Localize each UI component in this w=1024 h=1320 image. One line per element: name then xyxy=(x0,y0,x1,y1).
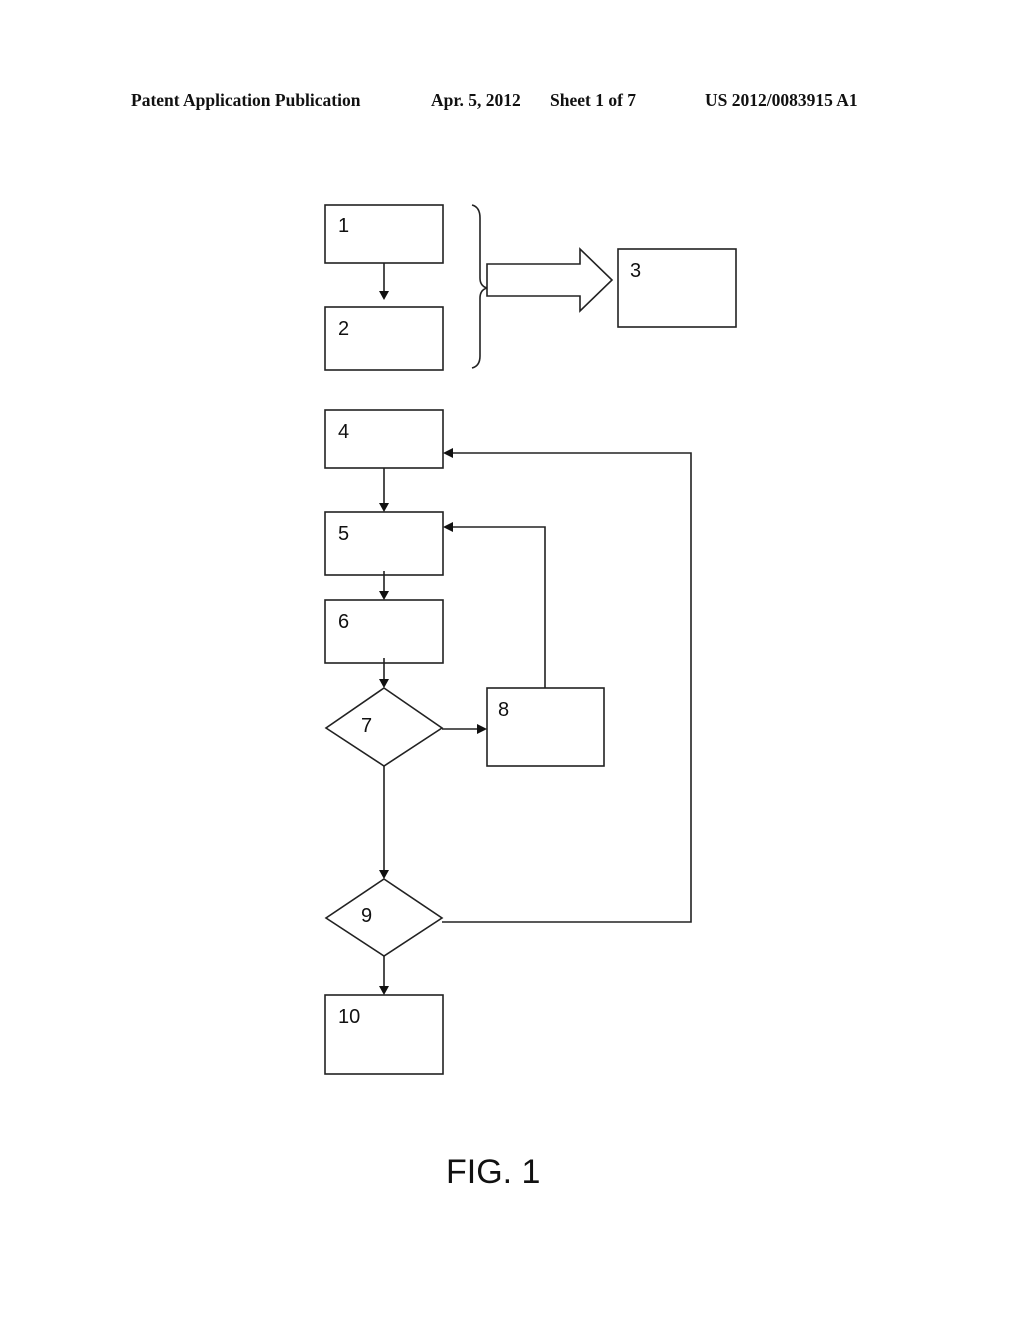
node-7: 7 xyxy=(324,687,444,767)
arrowhead-icon xyxy=(379,291,389,300)
edge-8-to-5 xyxy=(443,522,546,688)
node-8-label: 8 xyxy=(498,699,509,721)
arrowhead-icon xyxy=(379,986,389,995)
arrowhead-icon xyxy=(443,522,453,532)
node-5-label: 5 xyxy=(338,523,349,545)
node-7-label: 7 xyxy=(361,715,372,737)
node-6-label: 6 xyxy=(338,611,349,633)
node-4-label: 4 xyxy=(338,421,349,443)
edge-9-to-10 xyxy=(379,956,389,995)
node-5: 5 xyxy=(324,511,444,576)
node-1-label: 1 xyxy=(338,215,349,237)
edge-9-to-4 xyxy=(442,448,692,923)
node-2-label: 2 xyxy=(338,318,349,340)
node-6: 6 xyxy=(324,599,444,664)
edge-7-to-9 xyxy=(379,766,389,879)
node-1: 1 xyxy=(324,204,444,264)
edge-1-to-2 xyxy=(379,263,389,300)
edge-4-to-5 xyxy=(379,468,389,512)
arrowhead-icon xyxy=(379,591,389,600)
node-10-label: 10 xyxy=(338,1006,360,1028)
curly-brace xyxy=(471,204,490,369)
block-arrow-icon xyxy=(486,247,614,313)
arrowhead-icon xyxy=(379,679,389,688)
flowchart-figure: 1 2 3 4 5 6 7 8 9 10 FIG. 1 xyxy=(324,204,737,1191)
node-9: 9 xyxy=(324,878,444,957)
node-10: 10 xyxy=(324,994,444,1075)
arrowhead-icon xyxy=(379,503,389,512)
node-2: 2 xyxy=(324,306,444,371)
node-3-label: 3 xyxy=(630,260,641,282)
node-3: 3 xyxy=(617,248,737,328)
node-8: 8 xyxy=(486,687,605,767)
figure-caption: FIG. 1 xyxy=(446,1153,540,1191)
node-9-label: 9 xyxy=(361,905,372,927)
arrowhead-icon xyxy=(477,724,487,734)
arrowhead-icon xyxy=(443,448,453,458)
edge-7-to-8 xyxy=(442,724,487,734)
arrowhead-icon xyxy=(379,870,389,879)
node-4: 4 xyxy=(324,409,444,469)
